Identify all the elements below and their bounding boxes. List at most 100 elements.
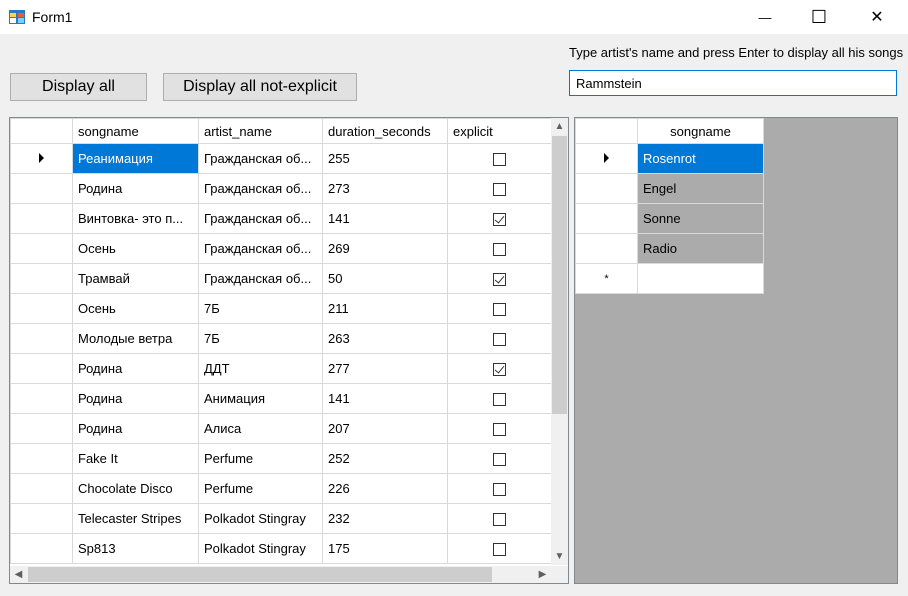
songname-cell[interactable]: Родина xyxy=(72,413,199,444)
explicit-checkbox[interactable] xyxy=(493,153,506,167)
column-header-artist-name[interactable]: artist_name xyxy=(198,118,323,144)
songname-cell[interactable]: Осень xyxy=(72,293,199,324)
column-header-songname[interactable]: songname xyxy=(637,118,764,144)
row-header[interactable] xyxy=(10,323,73,354)
duration-cell[interactable]: 269 xyxy=(322,233,448,264)
table-row[interactable]: Реанимация Гражданская об... 255 xyxy=(10,143,552,174)
row-header[interactable] xyxy=(575,233,638,264)
table-row[interactable]: Родина Гражданская об... 273 xyxy=(10,173,552,204)
horizontal-scroll-thumb[interactable] xyxy=(28,567,492,582)
vertical-scroll-thumb[interactable] xyxy=(552,136,567,414)
table-row[interactable]: Осень 7Б 211 xyxy=(10,293,552,324)
duration-cell[interactable]: 141 xyxy=(322,203,448,234)
songs-grid[interactable]: songname artist_name duration_seconds ex… xyxy=(9,117,569,584)
songname-cell[interactable]: Chocolate Disco xyxy=(72,473,199,504)
songname-cell[interactable]: Fake It xyxy=(72,443,199,474)
explicit-checkbox[interactable] xyxy=(493,243,506,257)
explicit-checkbox[interactable] xyxy=(493,423,506,437)
column-header-songname[interactable]: songname xyxy=(72,118,199,144)
scroll-left-icon[interactable]: ◀ xyxy=(10,566,27,583)
songname-cell[interactable]: Реанимация xyxy=(72,143,199,174)
duration-cell[interactable]: 207 xyxy=(322,413,448,444)
table-row[interactable]: Родина ДДТ 277 xyxy=(10,353,552,384)
explicit-checkbox[interactable] xyxy=(493,273,506,287)
explicit-cell[interactable] xyxy=(447,263,552,294)
songname-cell[interactable]: Radio xyxy=(637,233,764,264)
artist-name-cell[interactable]: ДДТ xyxy=(198,353,323,384)
row-header[interactable] xyxy=(10,503,73,534)
maximize-button[interactable]: ☐ xyxy=(796,0,842,34)
table-row[interactable]: Осень Гражданская об... 269 xyxy=(10,233,552,264)
explicit-cell[interactable] xyxy=(447,443,552,474)
songname-cell[interactable]: Молодые ветра xyxy=(72,323,199,354)
artist-name-cell[interactable]: Гражданская об... xyxy=(198,203,323,234)
row-header[interactable] xyxy=(575,143,638,174)
songname-cell[interactable]: Винтовка- это п... xyxy=(72,203,199,234)
songname-cell[interactable]: Родина xyxy=(72,173,199,204)
minimize-button[interactable]: — xyxy=(742,0,788,34)
artist-name-cell[interactable]: Polkadot Stingray xyxy=(198,533,323,564)
artist-name-cell[interactable]: Гражданская об... xyxy=(198,143,323,174)
songname-cell[interactable]: Sp813 xyxy=(72,533,199,564)
duration-cell[interactable]: 50 xyxy=(322,263,448,294)
row-header[interactable] xyxy=(10,203,73,234)
row-header[interactable] xyxy=(10,143,73,174)
scroll-right-icon[interactable]: ▶ xyxy=(534,566,551,583)
close-button[interactable]: ✕ xyxy=(854,0,900,34)
songname-cell[interactable]: Осень xyxy=(72,233,199,264)
horizontal-scrollbar[interactable]: ◀ ▶ xyxy=(10,566,551,583)
explicit-cell[interactable] xyxy=(447,143,552,174)
artist-search-input[interactable] xyxy=(569,70,897,96)
duration-cell[interactable]: 263 xyxy=(322,323,448,354)
artist-name-cell[interactable]: Гражданская об... xyxy=(198,233,323,264)
explicit-cell[interactable] xyxy=(447,233,552,264)
row-header[interactable] xyxy=(10,233,73,264)
row-header[interactable] xyxy=(10,173,73,204)
table-row[interactable]: Rosenrot xyxy=(575,143,764,174)
table-row[interactable]: Chocolate Disco Perfume 226 xyxy=(10,473,552,504)
table-row[interactable]: Трамвай Гражданская об... 50 xyxy=(10,263,552,294)
songname-cell[interactable]: Sonne xyxy=(637,203,764,234)
row-header[interactable] xyxy=(10,473,73,504)
table-row[interactable]: Родина Алиса 207 xyxy=(10,413,552,444)
explicit-checkbox[interactable] xyxy=(493,213,506,227)
row-header[interactable] xyxy=(10,533,73,564)
table-row[interactable]: Fake It Perfume 252 xyxy=(10,443,552,474)
row-header[interactable] xyxy=(10,263,73,294)
explicit-checkbox[interactable] xyxy=(493,513,506,527)
explicit-checkbox[interactable] xyxy=(493,483,506,497)
table-row[interactable]: Sonne xyxy=(575,203,764,234)
explicit-checkbox[interactable] xyxy=(493,393,506,407)
duration-cell[interactable]: 277 xyxy=(322,353,448,384)
explicit-cell[interactable] xyxy=(447,473,552,504)
table-row[interactable]: Telecaster Stripes Polkadot Stingray 232 xyxy=(10,503,552,534)
column-header-explicit[interactable]: explicit xyxy=(447,118,552,144)
display-all-button[interactable]: Display all xyxy=(10,73,147,101)
artist-name-cell[interactable]: Алиса xyxy=(198,413,323,444)
duration-cell[interactable]: 226 xyxy=(322,473,448,504)
explicit-cell[interactable] xyxy=(447,293,552,324)
new-row[interactable]: * xyxy=(575,263,764,294)
duration-cell[interactable]: 175 xyxy=(322,533,448,564)
artist-name-cell[interactable]: Гражданская об... xyxy=(198,263,323,294)
new-row-cell[interactable] xyxy=(637,263,764,294)
row-header[interactable] xyxy=(10,293,73,324)
duration-cell[interactable]: 273 xyxy=(322,173,448,204)
artist-name-cell[interactable]: Анимация xyxy=(198,383,323,414)
artist-name-cell[interactable]: 7Б xyxy=(198,323,323,354)
explicit-checkbox[interactable] xyxy=(493,303,506,317)
row-header[interactable] xyxy=(575,173,638,204)
duration-cell[interactable]: 255 xyxy=(322,143,448,174)
songname-cell[interactable]: Rosenrot xyxy=(637,143,764,174)
songname-cell[interactable]: Трамвай xyxy=(72,263,199,294)
scroll-up-icon[interactable]: ▲ xyxy=(551,118,568,135)
table-row[interactable]: Родина Анимация 141 xyxy=(10,383,552,414)
row-header[interactable] xyxy=(10,413,73,444)
table-row[interactable]: Молодые ветра 7Б 263 xyxy=(10,323,552,354)
explicit-checkbox[interactable] xyxy=(493,183,506,197)
explicit-cell[interactable] xyxy=(447,323,552,354)
explicit-checkbox[interactable] xyxy=(493,363,506,377)
artist-name-cell[interactable]: Гражданская об... xyxy=(198,173,323,204)
explicit-checkbox[interactable] xyxy=(493,543,506,557)
duration-cell[interactable]: 141 xyxy=(322,383,448,414)
